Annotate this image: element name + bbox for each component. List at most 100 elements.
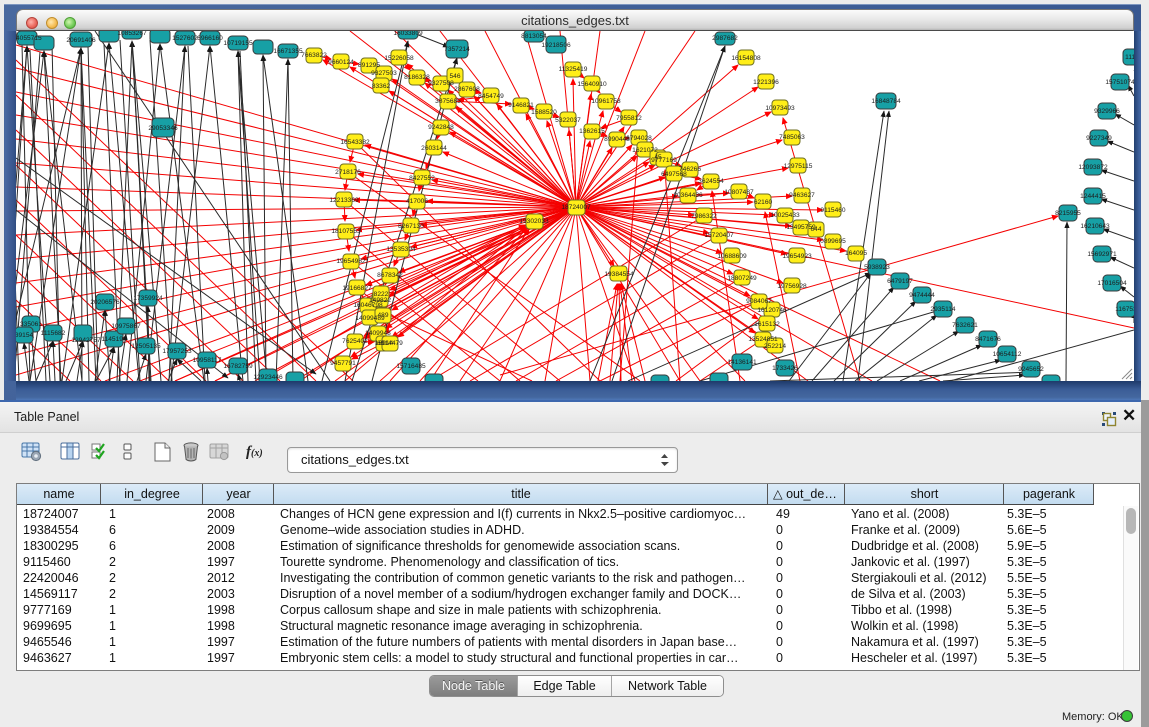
svg-text:9660124: 9660124 — [328, 59, 354, 66]
svg-text:644: 644 — [810, 226, 821, 233]
svg-text:891295: 891295 — [358, 62, 380, 69]
svg-text:1362615: 1362615 — [579, 128, 605, 135]
svg-text:5322037: 5322037 — [555, 117, 581, 124]
svg-text:19384554: 19384554 — [604, 271, 634, 278]
svg-text:2935114: 2935114 — [930, 306, 956, 313]
svg-text:9245652: 9245652 — [1018, 366, 1044, 373]
svg-text:8454749: 8454749 — [478, 93, 504, 100]
svg-text:2867608: 2867608 — [454, 86, 480, 93]
svg-text:12975115: 12975115 — [784, 163, 813, 170]
svg-text:10961758: 10961758 — [591, 98, 621, 105]
svg-text:1733426: 1733426 — [772, 365, 798, 372]
svg-text:6479197: 6479197 — [887, 278, 913, 285]
svg-text:19302033: 19302033 — [519, 218, 549, 225]
svg-text:8267130: 8267130 — [398, 223, 424, 230]
svg-text:7625402: 7625402 — [342, 338, 368, 345]
svg-text:39154: 39154 — [16, 332, 33, 339]
svg-text:15226058: 15226058 — [384, 55, 414, 62]
svg-text:19756928: 19756928 — [777, 283, 807, 290]
svg-text:9777169: 9777169 — [651, 157, 677, 164]
svg-text:19166827: 19166827 — [342, 285, 372, 292]
svg-text:9227349: 9227349 — [1086, 135, 1112, 142]
svg-text:10973493: 10973493 — [765, 105, 795, 112]
svg-text:16671355: 16671355 — [273, 48, 303, 55]
svg-text:7485063: 7485063 — [779, 134, 805, 141]
svg-text:7632621: 7632621 — [952, 322, 978, 329]
svg-text:1527602: 1527602 — [172, 35, 198, 42]
svg-text:16210643: 16210643 — [1080, 223, 1110, 230]
svg-text:18724007: 18724007 — [561, 204, 591, 211]
svg-text:15720407: 15720407 — [704, 232, 734, 239]
svg-text:2603144: 2603144 — [421, 145, 447, 152]
svg-text:17016504: 17016504 — [1097, 280, 1127, 287]
svg-text:8471676: 8471676 — [975, 336, 1001, 343]
svg-text:11325419: 11325419 — [559, 66, 588, 73]
svg-text:9463627: 9463627 — [789, 192, 815, 199]
svg-text:1145194: 1145194 — [101, 336, 127, 343]
svg-text:1244415: 1244415 — [1080, 193, 1106, 200]
svg-text:17359924: 17359924 — [133, 295, 163, 302]
svg-text:3624554: 3624554 — [698, 178, 724, 185]
svg-text:10958117: 10958117 — [193, 357, 222, 364]
svg-text:16782759: 16782759 — [223, 363, 253, 370]
svg-text:6914479: 6914479 — [377, 340, 403, 347]
svg-text:1621072: 1621072 — [632, 147, 658, 154]
svg-text:6966160: 6966160 — [197, 35, 223, 42]
svg-text:83362: 83362 — [372, 83, 391, 90]
svg-text:17957253: 17957253 — [162, 348, 192, 355]
svg-text:10688609: 10688609 — [717, 253, 747, 260]
svg-text:8678342: 8678342 — [377, 272, 403, 279]
svg-text:15751074: 15751074 — [1105, 79, 1134, 86]
svg-text:9474444: 9474444 — [909, 292, 935, 299]
svg-text:12213369: 12213369 — [329, 197, 359, 204]
svg-text:13535394: 13535394 — [386, 246, 416, 253]
svg-text:15716485: 15716485 — [396, 363, 426, 370]
svg-text:18807249: 18807249 — [727, 275, 757, 282]
svg-text:16543382: 16543382 — [340, 139, 370, 146]
svg-text:20691406: 20691406 — [66, 37, 96, 44]
svg-text:16033809: 16033809 — [393, 31, 423, 37]
svg-text:7986322: 7986322 — [691, 213, 717, 220]
svg-text:20364436: 20364436 — [673, 192, 703, 199]
svg-text:3875685: 3875685 — [435, 98, 461, 105]
svg-text:19654982: 19654982 — [336, 258, 366, 265]
svg-text:10719155: 10719155 — [223, 40, 253, 47]
svg-text:116753: 116753 — [1115, 306, 1134, 313]
svg-text:16848784: 16848784 — [871, 98, 901, 105]
svg-text:9115460: 9115460 — [820, 207, 846, 214]
svg-text:9084067: 9084067 — [746, 298, 772, 305]
svg-text:20206576: 20206576 — [90, 299, 120, 306]
svg-text:16154808: 16154808 — [731, 55, 761, 62]
svg-text:1221396: 1221396 — [753, 79, 779, 86]
svg-text:10807487: 10807487 — [724, 189, 754, 196]
svg-text:14136141: 14136141 — [727, 359, 757, 366]
svg-text:6497568: 6497568 — [661, 171, 687, 178]
svg-text:29053346: 29053346 — [148, 125, 178, 132]
svg-text:12093872: 12093872 — [1078, 164, 1108, 171]
svg-text:8427552: 8427552 — [409, 175, 435, 182]
svg-text:9457791: 9457791 — [330, 360, 356, 367]
svg-text:9146821: 9146821 — [508, 102, 534, 109]
svg-text:8813054: 8813054 — [521, 33, 547, 40]
svg-text:2718176: 2718176 — [335, 169, 361, 176]
svg-text:417006: 417006 — [406, 198, 428, 205]
svg-text:0899695: 0899695 — [820, 238, 846, 245]
svg-text:12923446: 12923446 — [253, 374, 283, 381]
svg-text:149822: 149822 — [369, 297, 391, 304]
svg-text:1588520: 1588520 — [531, 109, 557, 116]
svg-text:1115682: 1115682 — [41, 330, 66, 337]
svg-text:5938923: 5938923 — [864, 264, 890, 271]
svg-text:19654923: 19654923 — [782, 253, 812, 260]
svg-text:12942757: 12942757 — [71, 337, 101, 344]
svg-text:1112: 1112 — [1125, 54, 1134, 61]
svg-text:14055715: 14055715 — [16, 35, 42, 42]
svg-text:1615132: 1615132 — [754, 321, 780, 328]
svg-text:7955812: 7955812 — [616, 115, 642, 122]
svg-text:19218506: 19218506 — [541, 42, 571, 49]
svg-text:7357214: 7357214 — [444, 46, 470, 53]
svg-text:18107553: 18107553 — [331, 228, 361, 235]
svg-text:10975867: 10975867 — [111, 323, 141, 330]
svg-text:15692971: 15692971 — [1087, 251, 1117, 258]
svg-text:62160: 62160 — [754, 199, 773, 206]
svg-text:7663822: 7663822 — [301, 52, 327, 59]
